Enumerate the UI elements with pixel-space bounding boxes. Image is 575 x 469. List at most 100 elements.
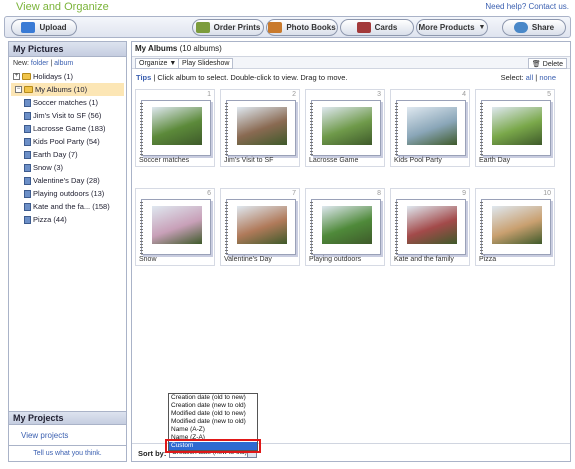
tree-album[interactable]: Earth Day (7) <box>9 148 126 161</box>
album-thumbnail <box>492 206 542 244</box>
album-card[interactable]: 2 Jim's Visit to SF <box>220 89 300 167</box>
new-label: New: <box>13 60 29 67</box>
share-icon <box>513 22 528 33</box>
spiral-binding <box>480 202 483 254</box>
album-icon <box>24 124 31 133</box>
tree-label: Kids Pool Party (54) <box>33 137 100 146</box>
sort-option[interactable]: Creation date (new to old) <box>169 402 257 410</box>
sort-option[interactable]: Name (A-Z) <box>169 426 257 434</box>
album-card[interactable]: 5 Earth Day <box>475 89 555 167</box>
album-thumbnail <box>237 107 287 145</box>
organize-menu[interactable]: Organize ▼ <box>135 58 181 69</box>
album-icon <box>24 189 31 198</box>
album-thumbnail <box>492 107 542 145</box>
sort-option[interactable]: Modified date (new to old) <box>169 418 257 426</box>
sort-label: Sort by: <box>138 449 167 458</box>
order-prints-button[interactable]: Order Prints <box>192 19 264 36</box>
album-icon <box>24 150 31 159</box>
tips-link[interactable]: Tips <box>136 73 151 82</box>
upload-button[interactable]: Upload <box>11 19 77 36</box>
help-link[interactable]: Need help? <box>485 2 526 11</box>
tips-row: Tips | Click album to select. Double-cli… <box>132 69 570 85</box>
album-number: 5 <box>547 91 551 98</box>
photo-books-button[interactable]: Photo Books <box>266 19 338 36</box>
view-projects-link[interactable]: View projects <box>21 431 68 440</box>
tree-folder-holidays[interactable]: + Holidays (1) <box>9 70 126 83</box>
album-card[interactable]: 1 Soccer matches <box>135 89 215 167</box>
select-all-link[interactable]: all <box>526 73 534 82</box>
album-label: Pizza <box>479 256 497 263</box>
tree-album[interactable]: Lacrosse Game (183) <box>9 122 126 135</box>
tree-album[interactable]: Kate and the fa... (158) <box>9 200 126 213</box>
album-cover <box>395 199 466 255</box>
album-label: Kate and the family <box>394 256 454 263</box>
collapse-icon[interactable]: − <box>15 86 22 93</box>
spiral-binding <box>225 103 228 155</box>
album-number: 2 <box>292 91 296 98</box>
expand-icon[interactable]: + <box>13 73 20 80</box>
play-slideshow-button[interactable]: Play Slideshow <box>178 58 234 69</box>
albums-count: (10 albums) <box>179 44 222 53</box>
folder-icon <box>24 86 33 93</box>
cards-icon <box>356 22 371 33</box>
album-card[interactable]: 7 Valentine's Day <box>220 188 300 266</box>
feedback-link[interactable]: Tell us what you think. <box>9 445 126 461</box>
album-number: 6 <box>207 190 211 197</box>
album-cover <box>140 100 211 156</box>
share-button[interactable]: Share <box>502 19 566 36</box>
tree-album[interactable]: Pizza (44) <box>9 213 126 226</box>
album-label: Jim's Visit to SF <box>224 157 274 164</box>
tree-album[interactable]: Playing outdoors (13) <box>9 187 126 200</box>
album-card[interactable]: 4 Kids Pool Party <box>390 89 470 167</box>
spiral-binding <box>310 202 313 254</box>
chevron-down-icon: ▼ <box>478 24 486 31</box>
prints-icon <box>195 22 210 33</box>
album-cover <box>395 100 466 156</box>
album-thumbnail <box>152 206 202 244</box>
spiral-binding <box>395 202 398 254</box>
tree-album[interactable]: Jim's Visit to SF (56) <box>9 109 126 122</box>
app-title: View and Organize <box>16 1 109 13</box>
photo-books-label: Photo Books <box>286 23 336 32</box>
select-none-link[interactable]: none <box>539 73 556 82</box>
tree-label: Playing outdoors (13) <box>33 189 105 198</box>
tree-label: Lacrosse Game (183) <box>33 124 106 133</box>
cards-label: Cards <box>374 23 398 32</box>
spiral-binding <box>310 103 313 155</box>
order-prints-label: Order Prints <box>213 23 261 32</box>
album-label: Valentine's Day <box>224 256 272 263</box>
more-products-button[interactable]: More Products ▼ <box>416 19 488 36</box>
folder-icon <box>22 73 31 80</box>
trash-icon: 🗑 <box>531 61 541 68</box>
sort-option[interactable]: Creation date (old to new) <box>169 394 257 402</box>
sort-option[interactable]: Modified date (old to new) <box>169 410 257 418</box>
title-bar: View and Organize Need help? Contact us. <box>0 0 575 14</box>
album-card[interactable]: 8 Playing outdoors <box>305 188 385 266</box>
album-number: 8 <box>377 190 381 197</box>
tree-label: Earth Day (7) <box>33 150 78 159</box>
left-panel: My Pictures New: folder | album + Holida… <box>8 41 127 462</box>
album-icon <box>24 215 31 224</box>
tree-album[interactable]: Snow (3) <box>9 161 126 174</box>
main-toolbar: Upload Order Prints Photo Books Cards Mo… <box>4 16 571 38</box>
album-label: Lacrosse Game <box>309 157 359 164</box>
cards-button[interactable]: Cards <box>340 19 414 36</box>
delete-label: Delete <box>542 61 563 68</box>
delete-button[interactable]: 🗑 Delete <box>527 58 567 69</box>
album-card[interactable]: 10 Pizza <box>475 188 555 266</box>
tree-album[interactable]: Soccer matches (1) <box>9 96 126 109</box>
album-card[interactable]: 3 Lacrosse Game <box>305 89 385 167</box>
tree-album[interactable]: Kids Pool Party (54) <box>9 135 126 148</box>
album-thumbnail <box>322 107 372 145</box>
upload-icon <box>21 22 36 33</box>
album-card[interactable]: 6 Snow <box>135 188 215 266</box>
more-products-label: More Products <box>418 23 475 32</box>
tree-folder-my-albums[interactable]: − My Albums (10) <box>11 83 124 96</box>
new-album-link[interactable]: album <box>54 60 73 67</box>
tree-album[interactable]: Valentine's Day (28) <box>9 174 126 187</box>
album-thumbnail <box>407 107 457 145</box>
album-card[interactable]: 9 Kate and the family <box>390 188 470 266</box>
new-folder-link[interactable]: folder <box>31 60 49 67</box>
my-pictures-header: My Pictures <box>9 42 126 57</box>
contact-link[interactable]: Contact us. <box>529 2 569 11</box>
